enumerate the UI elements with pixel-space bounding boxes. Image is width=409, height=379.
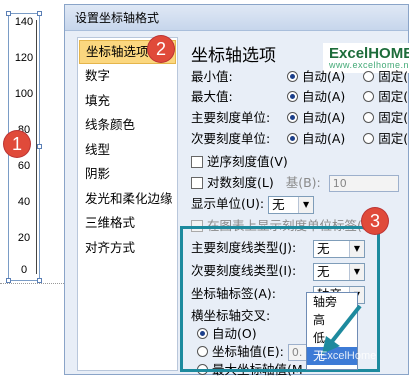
- radio-label: 固定(F: [378, 69, 409, 84]
- panel-heading: 坐标轴选项: [191, 46, 276, 66]
- step-badge-1: 1: [4, 131, 30, 157]
- radio-label: 自动(A): [301, 110, 346, 125]
- axis-tick-label: 0: [20, 264, 28, 276]
- nav-item-alignment[interactable]: 对齐方式: [78, 236, 177, 261]
- reverse-checkbox[interactable]: [191, 156, 203, 168]
- nav-item-number[interactable]: 数字: [78, 64, 177, 89]
- major-fixed-radio[interactable]: [363, 112, 375, 123]
- reverse-label: 逆序刻度值(V): [206, 154, 288, 169]
- max-value-label: 最大值:: [191, 89, 233, 104]
- step-badge-3: 3: [362, 208, 388, 234]
- display-units-value: 无: [272, 196, 285, 212]
- chevron-down-icon: ▼: [298, 196, 314, 213]
- minor-fixed-radio[interactable]: [363, 133, 375, 144]
- resize-handle[interactable]: [6, 11, 11, 16]
- display-units-select[interactable]: 无 ▼: [268, 195, 315, 214]
- radio-label: 自动(A): [301, 89, 346, 104]
- radio-label: 固定(F: [378, 89, 409, 104]
- category-nav: 坐标轴选项 数字 填充 线条颜色 线型 阴影 发光和柔化边缘 三维格式 对齐方式: [77, 37, 178, 371]
- watermark-text: ExcelHome: [320, 350, 377, 362]
- base-input[interactable]: 10: [328, 175, 399, 192]
- axis-tick-label: 140: [14, 16, 34, 28]
- axis-tick-label: 40: [17, 196, 31, 208]
- major-auto-radio[interactable]: [286, 112, 298, 123]
- resize-handle[interactable]: [37, 144, 42, 149]
- major-unit-label: 主要刻度单位:: [191, 110, 271, 125]
- nav-item-glow[interactable]: 发光和柔化边缘: [78, 187, 177, 212]
- dialog-title: 设置坐标轴格式: [65, 5, 408, 31]
- radio-label: 固定(F: [378, 110, 409, 125]
- worksheet-area: [0, 283, 70, 375]
- major-unit-row: 主要刻度单位: 自动(A) 固定(F: [191, 109, 409, 127]
- minor-unit-row: 次要刻度单位: 自动(A) 固定(F: [191, 130, 409, 148]
- min-value-row: 最小值: 自动(A) 固定(F: [191, 68, 409, 86]
- display-units-row: 显示单位(U): 无 ▼: [191, 195, 315, 214]
- axis-tick-label: 120: [14, 52, 34, 64]
- min-value-label: 最小值:: [191, 69, 233, 84]
- min-auto-radio[interactable]: [286, 71, 298, 82]
- max-auto-radio[interactable]: [286, 91, 298, 102]
- axis-tick-label: 60: [17, 160, 31, 172]
- step-badge-2: 2: [148, 36, 174, 62]
- log-scale-checkbox[interactable]: [191, 177, 203, 189]
- radio-label: 自动(A): [301, 69, 346, 84]
- resize-handle[interactable]: [37, 11, 42, 16]
- axis-tick-label: 100: [14, 88, 34, 100]
- max-fixed-radio[interactable]: [363, 91, 375, 102]
- nav-item-shadow[interactable]: 阴影: [78, 162, 177, 187]
- log-scale-row: 对数刻度(L) 基(B): 10: [191, 174, 399, 192]
- nav-item-line-style[interactable]: 线型: [78, 138, 177, 163]
- radio-label: 固定(F: [378, 131, 409, 146]
- max-value-row: 最大值: 自动(A) 固定(F: [191, 88, 409, 106]
- minor-unit-label: 次要刻度单位:: [191, 131, 271, 146]
- axis-tick-label: 20: [17, 232, 31, 244]
- base-label: 基(B):: [285, 175, 321, 190]
- min-fixed-radio[interactable]: [363, 71, 375, 82]
- nav-item-fill[interactable]: 填充: [78, 89, 177, 114]
- radio-label: 自动(A): [301, 131, 346, 146]
- display-units-label: 显示单位(U):: [191, 196, 265, 211]
- minor-auto-radio[interactable]: [286, 133, 298, 144]
- nav-item-line-color[interactable]: 线条颜色: [78, 113, 177, 138]
- nav-item-3d-format[interactable]: 三维格式: [78, 211, 177, 236]
- reverse-row: 逆序刻度值(V): [191, 153, 288, 171]
- log-scale-label: 对数刻度(L): [206, 175, 274, 190]
